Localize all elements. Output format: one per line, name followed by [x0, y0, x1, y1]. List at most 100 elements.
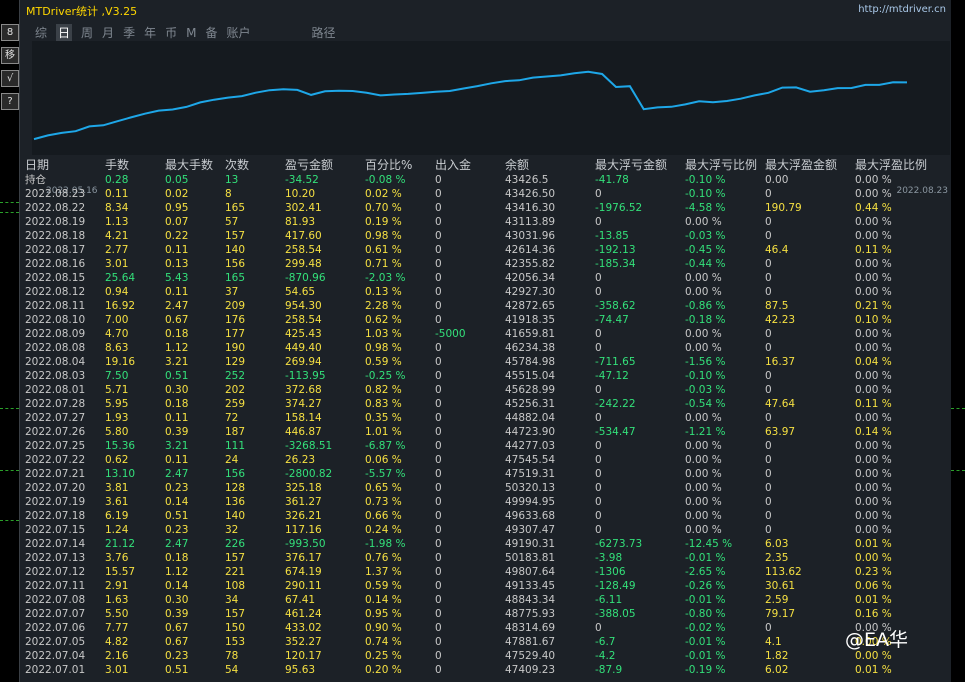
- table-cell: 0: [435, 440, 442, 452]
- tab-2[interactable]: 周: [81, 24, 93, 41]
- table-cell: 0.18: [165, 398, 189, 410]
- table-row[interactable]: 2022.08.01 5.71 0.30 202 372.68 0.82 % 0 45628.…: [20, 383, 952, 397]
- table-cell: 0: [435, 384, 442, 396]
- table-row[interactable]: 2022.08.09 4.70 0.18 177 425.43 1.03 % -5000 41…: [20, 327, 952, 341]
- table-row[interactable]: 2022.07.19 3.61 0.14 136 361.27 0.73 % 0 49994.…: [20, 495, 952, 509]
- table-cell: 0: [595, 468, 602, 480]
- table-cell: 0.76 %: [365, 552, 402, 564]
- period-tabs: 综日周月季年币 M 备账户 路径: [35, 24, 345, 41]
- table-row[interactable]: 2022.07.15 1.24 0.23 32 117.16 0.24 % 0 49307.4…: [20, 523, 952, 537]
- table-row[interactable]: 2022.07.21 13.10 2.47 156 -2800.82 -5.57 % 0 47…: [20, 467, 952, 481]
- table-row[interactable]: 2022.08.18 4.21 0.22 157 417.60 0.98 % 0 43031.…: [20, 229, 952, 243]
- table-cell: 2022.07.25: [25, 440, 86, 452]
- table-row[interactable]: 2022.07.05 4.82 0.67 153 352.27 0.74 % 0 47881.…: [20, 635, 952, 649]
- table-row[interactable]: 2022.07.18 6.19 0.51 140 326.21 0.66 % 0 49633.…: [20, 509, 952, 523]
- table-row[interactable]: 2022.07.01 3.01 0.51 54 95.63 0.20 % 0 47409.23…: [20, 663, 952, 677]
- table-row[interactable]: 2022.07.07 5.50 0.39 157 461.24 0.95 % 0 48775.…: [20, 607, 952, 621]
- table-row[interactable]: 2022.07.25 15.36 3.21 111 -3268.51 -6.87 % 0 44…: [20, 439, 952, 453]
- toolbar-button-4[interactable]: ?: [1, 93, 19, 110]
- table-cell: 2.28 %: [365, 300, 402, 312]
- table-row[interactable]: 2022.07.28 5.95 0.18 259 374.27 0.83 % 0 45256.…: [20, 397, 952, 411]
- website-link[interactable]: http://mtdriver.cn: [858, 4, 946, 15]
- table-row[interactable]: 2022.07.08 1.63 0.30 34 67.41 0.14 % 0 48843.34…: [20, 593, 952, 607]
- table-row[interactable]: 2022.08.16 3.01 0.13 156 299.48 0.71 % 0 42355.…: [20, 257, 952, 271]
- table-cell: 0.00 %: [685, 524, 722, 536]
- table-row[interactable]: 2022.08.08 8.63 1.12 190 449.40 0.98 % 0 46234.…: [20, 341, 952, 355]
- table-cell: 0: [595, 524, 602, 536]
- table-row[interactable]: 2022.08.04 19.16 3.21 129 269.94 0.59 % 0 45784…: [20, 355, 952, 369]
- tab-1[interactable]: 日: [56, 24, 73, 41]
- table-cell: -47.12: [595, 370, 629, 382]
- table-row[interactable]: 2022.07.11 2.91 0.14 108 290.11 0.59 % 0 49133.…: [20, 579, 952, 593]
- table-row[interactable]: 持仓 0.28 0.05 13 -34.52 -0.08 % 0 43426.5 -41.78 -…: [20, 173, 952, 187]
- table-cell: 32: [225, 524, 239, 536]
- table-cell: 425.43: [285, 328, 322, 340]
- table-cell: 0.14 %: [365, 594, 402, 606]
- table-row[interactable]: 2022.08.12 0.94 0.11 37 54.65 0.13 % 0 42927.30…: [20, 285, 952, 299]
- table-row[interactable]: 2022.07.27 1.93 0.11 72 158.14 0.35 % 0 44882.0…: [20, 411, 952, 425]
- toolbar-button-1[interactable]: 8: [1, 24, 19, 41]
- table-cell: 0.66 %: [365, 510, 402, 522]
- table-cell: 2.16: [105, 650, 129, 662]
- table-row[interactable]: 2022.07.06 7.77 0.67 150 433.02 0.90 % 0 48314.…: [20, 621, 952, 635]
- table-row[interactable]: 2022.08.03 7.50 0.51 252 -113.95 -0.25 % 0 4551…: [20, 369, 952, 383]
- tab-3[interactable]: 月: [102, 24, 114, 41]
- table-cell: 0: [435, 188, 442, 200]
- table-cell: 0.00 %: [855, 412, 892, 424]
- table-cell: 0.00 %: [685, 440, 722, 452]
- table-row[interactable]: 2022.08.10 7.00 0.67 176 258.54 0.62 % 0 41918.…: [20, 313, 952, 327]
- table-cell: -0.44 %: [685, 258, 726, 270]
- table-row[interactable]: 2022.08.23 0.11 0.02 8 10.20 0.02 % 0 43426.50 0…: [20, 187, 952, 201]
- table-row[interactable]: 2022.08.17 2.77 0.11 140 258.54 0.61 % 0 42614.…: [20, 243, 952, 257]
- table-cell: 1.03 %: [365, 328, 402, 340]
- table-row[interactable]: 2022.07.12 15.57 1.12 221 674.19 1.37 % 0 49807…: [20, 565, 952, 579]
- equity-line-svg: [33, 70, 908, 141]
- table-cell: 0: [595, 342, 602, 354]
- table-row[interactable]: 2022.08.22 8.34 0.95 165 302.41 0.70 % 0 43416.…: [20, 201, 952, 215]
- table-row[interactable]: 2022.07.20 3.81 0.23 128 325.18 0.65 % 0 50320.…: [20, 481, 952, 495]
- tab-9[interactable]: 账户: [226, 24, 250, 41]
- table-cell: 0: [765, 342, 772, 354]
- table-cell: 0: [765, 482, 772, 494]
- table-cell: 0: [435, 538, 442, 550]
- table-cell: 41659.81: [505, 328, 556, 340]
- tab-7[interactable]: M: [186, 26, 196, 40]
- table-row[interactable]: 2022.07.13 3.76 0.18 157 376.17 0.76 % 0 50183.…: [20, 551, 952, 565]
- toolbar-button-2[interactable]: 移: [1, 47, 19, 64]
- table-cell: -0.03 %: [685, 384, 726, 396]
- table-cell: 2022.08.04: [25, 356, 86, 368]
- table-cell: 16.92: [105, 300, 136, 312]
- table-cell: -113.95: [285, 370, 326, 382]
- table-cell: 0: [435, 342, 442, 354]
- stats-table: 日期 手数 最大手数 次数 盈亏金额 百分比% 出入金 余额 最大浮亏金额 最大浮亏比例 最大浮盈金…: [20, 158, 952, 677]
- table-cell: 2022.08.17: [25, 244, 86, 256]
- table-cell: 4.1: [765, 636, 782, 648]
- tab-6[interactable]: 币: [165, 24, 177, 41]
- table-cell: -3268.51: [285, 440, 333, 452]
- tab-4[interactable]: 季: [123, 24, 135, 41]
- table-cell: 0: [435, 174, 442, 186]
- tab-10[interactable]: 路径: [312, 24, 336, 41]
- table-row[interactable]: 2022.07.04 2.16 0.23 78 120.17 0.25 % 0 47529.4…: [20, 649, 952, 663]
- tab-5[interactable]: 年: [144, 24, 156, 41]
- table-row[interactable]: 2022.07.14 21.12 2.47 226 -993.50 -1.98 % 0 491…: [20, 537, 952, 551]
- toolbar-button-3[interactable]: √: [1, 70, 19, 87]
- table-cell: 47545.54: [505, 454, 556, 466]
- tab-0[interactable]: 综: [35, 24, 47, 41]
- table-cell: 2022.08.01: [25, 384, 86, 396]
- table-cell: 190.79: [765, 202, 802, 214]
- table-cell: 2022.07.19: [25, 496, 86, 508]
- table-cell: 0.11: [165, 412, 189, 424]
- table-row[interactable]: 2022.08.15 25.64 5.43 165 -870.96 -2.03 % 0 420…: [20, 271, 952, 285]
- table-row[interactable]: 2022.08.11 16.92 2.47 209 954.30 2.28 % 0 42872…: [20, 299, 952, 313]
- table-row[interactable]: 2022.08.19 1.13 0.07 57 81.93 0.19 % 0 43113.89…: [20, 215, 952, 229]
- table-cell: 0.00 %: [685, 510, 722, 522]
- table-row[interactable]: 2022.07.22 0.62 0.11 24 26.23 0.06 % 0 47545.54…: [20, 453, 952, 467]
- table-cell: 117.16: [285, 524, 322, 536]
- table-cell: 3.21: [165, 440, 189, 452]
- tab-8[interactable]: 备: [205, 24, 217, 41]
- table-cell: 0.00 %: [855, 454, 892, 466]
- table-cell: 2022.07.18: [25, 510, 86, 522]
- table-row[interactable]: 2022.07.26 5.80 0.39 187 446.87 1.01 % 0 44723.…: [20, 425, 952, 439]
- table-cell: 41918.35: [505, 314, 556, 326]
